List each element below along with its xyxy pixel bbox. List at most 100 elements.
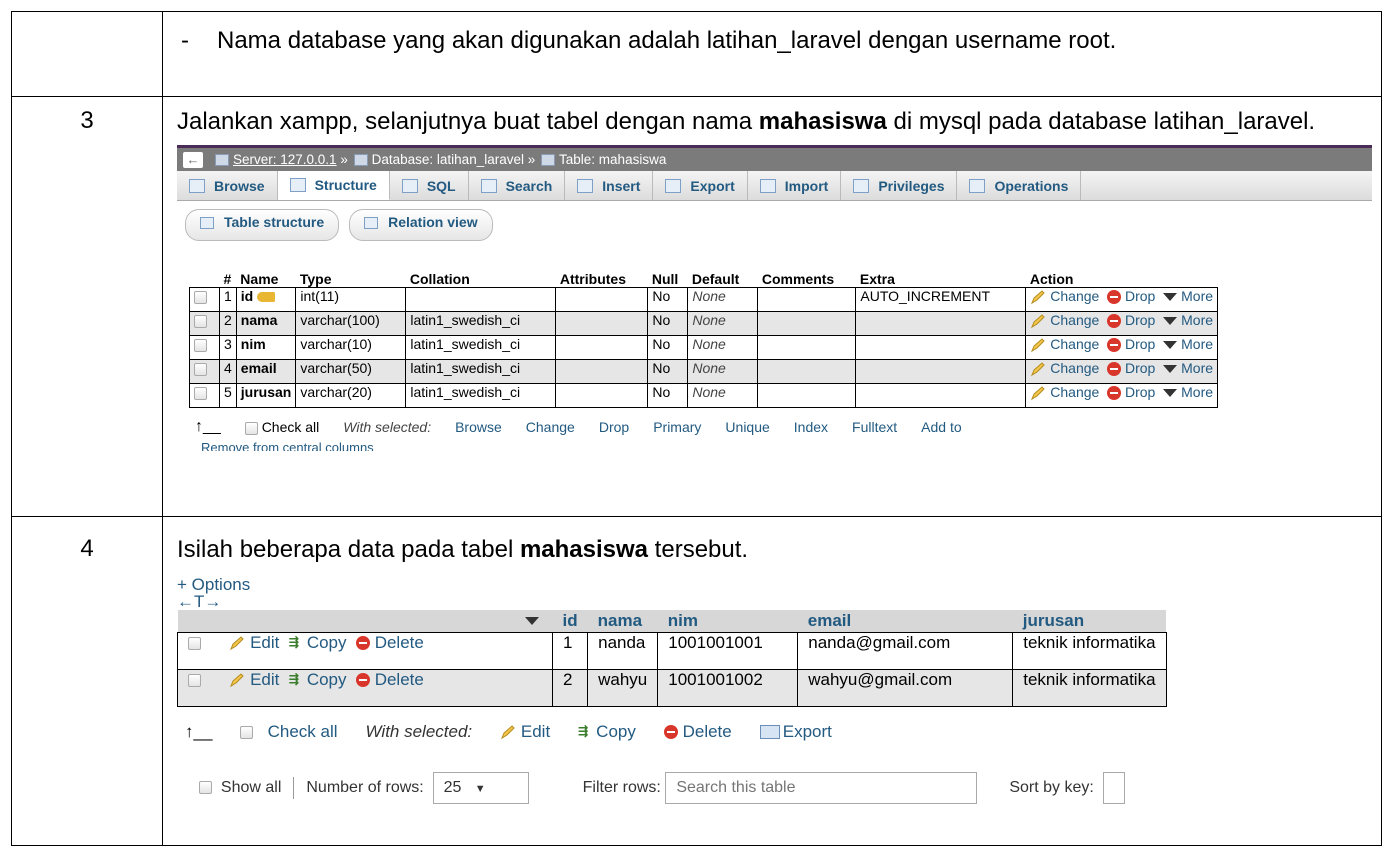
tab-export[interactable]: Export <box>653 171 748 200</box>
col-header[interactable]: jurusan <box>1012 610 1167 632</box>
pencil-icon <box>229 672 245 688</box>
col-header[interactable]: nama <box>587 610 658 632</box>
sort-select[interactable] <box>1102 771 1125 804</box>
tab-structure[interactable]: Structure <box>277 171 390 200</box>
copy-button[interactable]: ⇶ Copy <box>578 722 636 742</box>
drop-link[interactable]: Drop <box>1125 336 1155 352</box>
edit-link[interactable]: Edit <box>250 670 279 689</box>
check-all-checkbox[interactable] <box>240 725 254 739</box>
tab-import[interactable]: Import <box>748 171 842 200</box>
copy-link[interactable]: Copy <box>307 633 347 652</box>
change-link[interactable]: Change <box>1050 312 1099 328</box>
change-link[interactable]: Change <box>1050 360 1099 376</box>
rows-select[interactable]: 25 ▼ <box>432 771 529 804</box>
cell-nim[interactable]: 1001001002 <box>657 668 799 707</box>
row-checkbox[interactable] <box>194 314 207 328</box>
breadcrumb-server[interactable]: Server: 127.0.0.1 <box>233 152 337 167</box>
cell-nim[interactable]: 1001001001 <box>657 631 799 670</box>
breadcrumb-table[interactable]: Table: mahasiswa <box>559 152 666 167</box>
index-button[interactable]: Index <box>794 419 828 435</box>
remove-central-columns-link[interactable]: Remove from central columns <box>201 440 1372 451</box>
col-header[interactable]: Null <box>648 271 688 288</box>
subtab-table-structure[interactable]: Table structure <box>185 209 340 241</box>
col-header[interactable]: Comments <box>758 271 856 288</box>
tab-operations[interactable]: Operations <box>957 171 1082 200</box>
edit-button[interactable]: Edit <box>500 722 550 742</box>
drop-link[interactable]: Drop <box>1125 288 1155 304</box>
tab-privileges[interactable]: Privileges <box>841 171 958 200</box>
col-header[interactable]: email <box>797 610 1013 632</box>
back-arrow-icon[interactable]: ← <box>183 151 203 168</box>
show-all-checkbox[interactable] <box>199 781 212 794</box>
pencil-icon <box>500 724 516 740</box>
tab-browse[interactable]: Browse <box>177 171 278 200</box>
cell-email[interactable]: wahyu@gmail.com <box>797 668 1014 707</box>
table-row: 2 nama varchar(100) latin1_swedish_ci No… <box>189 311 1219 336</box>
row-checkbox[interactable] <box>194 362 207 376</box>
change-link[interactable]: Change <box>1050 336 1099 352</box>
copy-link[interactable]: Copy <box>307 670 347 689</box>
col-header[interactable]: Extra <box>856 271 1026 288</box>
row-checkbox[interactable] <box>194 290 207 304</box>
row-checkbox[interactable] <box>188 673 201 687</box>
unique-button[interactable]: Unique <box>725 419 769 435</box>
primary-button[interactable]: Primary <box>653 419 701 435</box>
cell-nama[interactable]: wahyu <box>587 668 659 707</box>
database-icon <box>353 153 368 166</box>
cell-id[interactable]: 2 <box>551 668 589 707</box>
col-header[interactable]: Name <box>236 271 296 288</box>
edit-link[interactable]: Edit <box>250 633 279 652</box>
search-input[interactable] <box>665 771 978 804</box>
fulltext-button[interactable]: Fulltext <box>852 419 897 435</box>
chevron-down-icon <box>1163 341 1178 350</box>
more-link[interactable]: More <box>1181 288 1213 304</box>
tab-sql[interactable]: SQL <box>390 171 469 200</box>
change-button[interactable]: Change <box>526 419 575 435</box>
cell-email[interactable]: nanda@gmail.com <box>797 631 1014 670</box>
col-header[interactable]: Attributes <box>556 271 648 288</box>
cell-nama[interactable]: nanda <box>587 631 659 670</box>
check-all-checkbox[interactable] <box>244 421 258 435</box>
row-checkbox[interactable] <box>194 386 207 400</box>
check-all[interactable]: Check all <box>240 722 338 742</box>
row-checkbox[interactable] <box>188 636 201 650</box>
breadcrumb-database[interactable]: Database: latihan_laravel <box>372 152 524 167</box>
change-link[interactable]: Change <box>1050 288 1099 304</box>
drop-button[interactable]: Drop <box>599 419 629 435</box>
more-link[interactable]: More <box>1181 336 1213 352</box>
column-type: varchar(20) <box>295 383 407 408</box>
row-actions: Change Drop More <box>1025 287 1219 312</box>
subtab-relation-view[interactable]: Relation view <box>349 209 493 241</box>
column-arrows[interactable]: ←T→ <box>177 593 1372 610</box>
delete-button[interactable]: Delete <box>663 722 732 742</box>
browse-button[interactable]: Browse <box>455 419 502 435</box>
more-link[interactable]: More <box>1181 360 1213 376</box>
export-button[interactable]: Export <box>759 722 832 742</box>
row-num: 3 <box>219 335 237 360</box>
col-header[interactable]: id <box>552 610 588 632</box>
delete-link[interactable]: Delete <box>375 633 424 652</box>
row-checkbox[interactable] <box>194 338 207 352</box>
add-to-button[interactable]: Add to <box>921 419 961 435</box>
chevron-down-icon[interactable] <box>524 617 539 626</box>
cell-jurusan[interactable]: teknik informatika <box>1012 668 1167 707</box>
check-all[interactable]: Check all <box>244 419 319 435</box>
col-header[interactable]: # <box>220 271 237 288</box>
tab-search[interactable]: Search <box>469 171 566 200</box>
more-link[interactable]: More <box>1181 312 1213 328</box>
privileges-icon <box>853 178 870 193</box>
tab-insert[interactable]: Insert <box>565 171 654 200</box>
more-link[interactable]: More <box>1181 384 1213 400</box>
delete-link[interactable]: Delete <box>375 670 424 689</box>
col-header[interactable]: Type <box>296 271 406 288</box>
col-header[interactable]: Default <box>688 271 758 288</box>
col-header[interactable]: nim <box>657 610 798 632</box>
drop-link[interactable]: Drop <box>1125 384 1155 400</box>
cell-jurusan[interactable]: teknik informatika <box>1012 631 1167 670</box>
change-link[interactable]: Change <box>1050 384 1099 400</box>
options-link[interactable]: + Options <box>177 576 1372 594</box>
drop-link[interactable]: Drop <box>1125 360 1155 376</box>
cell-id[interactable]: 1 <box>551 631 589 670</box>
col-header[interactable]: Collation <box>406 271 556 288</box>
drop-link[interactable]: Drop <box>1125 312 1155 328</box>
